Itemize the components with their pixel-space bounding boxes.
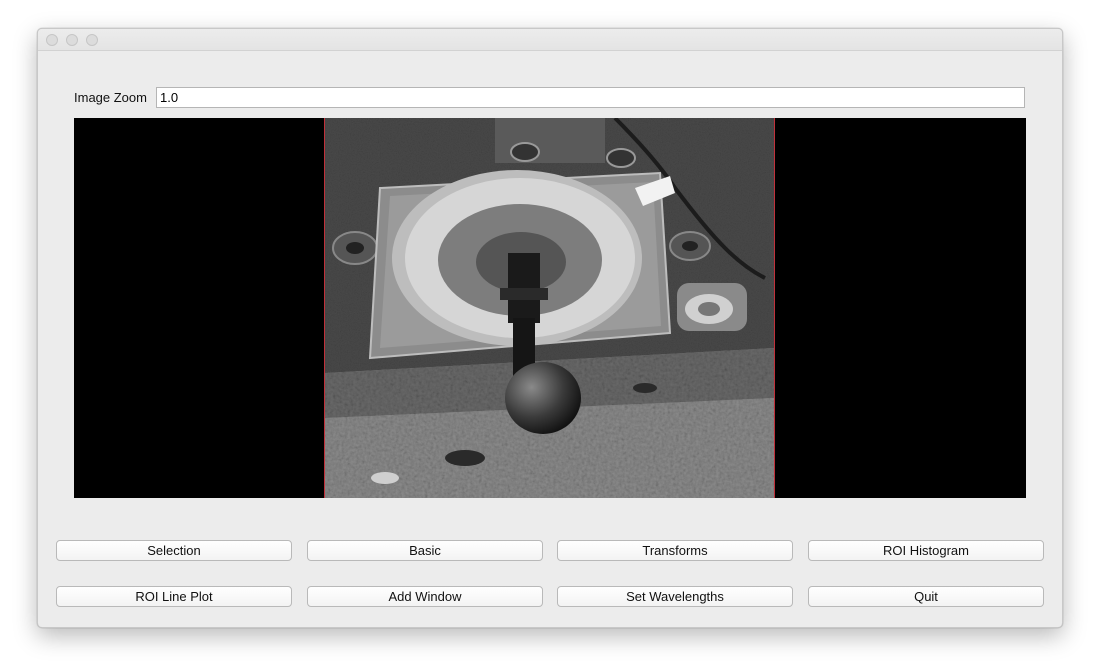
zoom-row: Image Zoom [74,87,1026,109]
selection-button[interactable]: Selection [56,540,292,561]
image-view-icon [325,118,774,498]
set-wavelengths-button[interactable]: Set Wavelengths [557,586,793,607]
transforms-button[interactable]: Transforms [557,540,793,561]
zoom-window-button[interactable] [86,34,98,46]
roi-line-plot-button[interactable]: ROI Line Plot [56,586,292,607]
close-window-button[interactable] [46,34,58,46]
image-view[interactable] [324,118,775,498]
minimize-window-button[interactable] [66,34,78,46]
image-canvas[interactable] [74,118,1026,498]
title-bar[interactable] [38,29,1062,51]
main-window: Image Zoom 1.0 Selection Basic Transform… [37,28,1063,628]
basic-button[interactable]: Basic [307,540,543,561]
image-zoom-label: Image Zoom [74,90,147,105]
quit-button[interactable]: Quit [808,586,1044,607]
image-zoom-input[interactable] [156,87,1025,108]
add-window-button[interactable]: Add Window [307,586,543,607]
roi-histogram-button[interactable]: ROI Histogram [808,540,1044,561]
